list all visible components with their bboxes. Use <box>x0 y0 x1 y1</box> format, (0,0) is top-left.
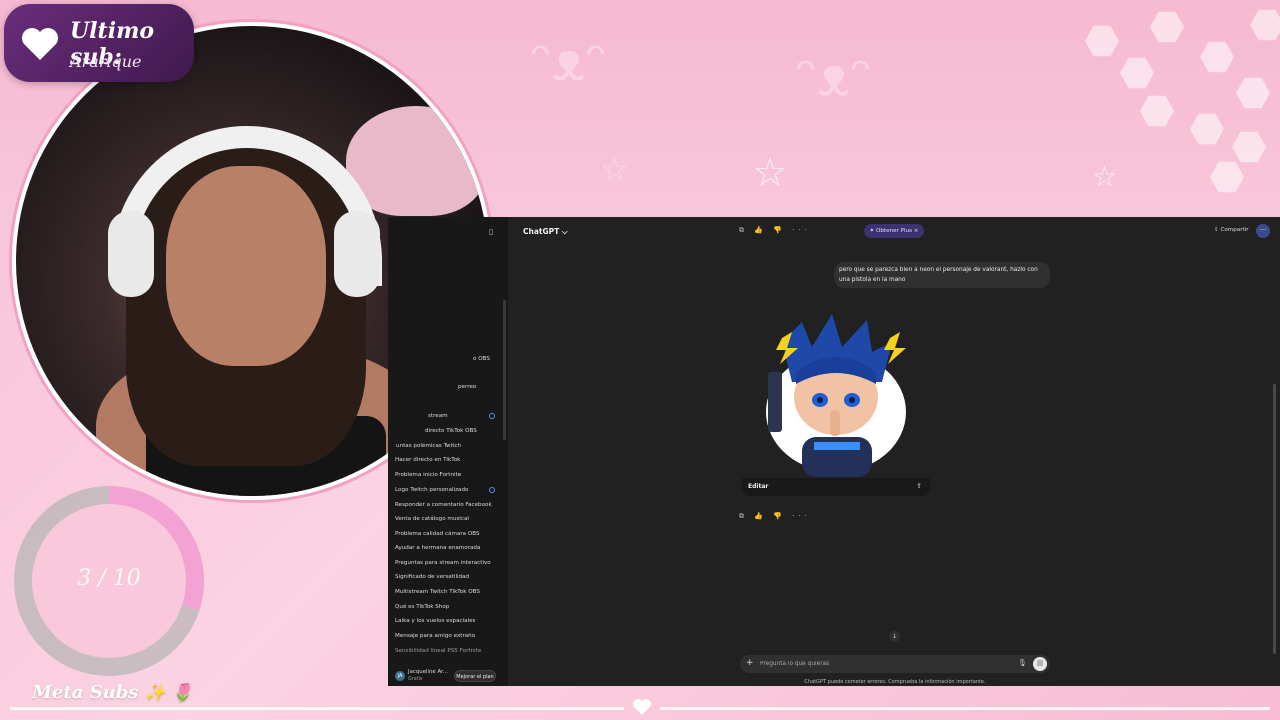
prompt-input[interactable] <box>760 658 980 670</box>
sidebar-chat-item[interactable]: Multistream Twitch TikTok OBS <box>395 589 480 595</box>
star-icon: ☆ <box>600 150 629 188</box>
sidebar-chat-item[interactable]: o OBS <box>473 356 490 362</box>
image-edit-bar <box>742 478 930 496</box>
sub-goal-progress-text: 3 / 10 <box>77 566 141 591</box>
generated-image[interactable] <box>742 302 930 496</box>
get-plus-button[interactable]: ✦ Obtener Plus × <box>864 224 924 238</box>
sparkle-tulip-icons: ✨ 🌷 <box>144 683 193 703</box>
user-message: pero que se parezca bien a neon el perso… <box>834 262 1050 288</box>
star-icon: ☆ <box>752 150 788 196</box>
sidebar-toggle-icon[interactable]: ▯ <box>489 227 493 236</box>
sidebar-chat-item[interactable]: Laika y los vuelos espaciales <box>395 618 475 624</box>
sub-goal-ring: 3 / 10 <box>14 486 204 676</box>
edit-image-button[interactable]: Editar <box>748 483 768 490</box>
sidebar-chat-item[interactable]: Problema calidad cámara OBS <box>395 531 480 537</box>
bunny-icon: ᵔᴥᵔ <box>530 30 608 93</box>
scroll-down-button[interactable]: ↓ <box>889 631 900 642</box>
share-button[interactable]: ⇪ Compartir <box>1214 227 1249 233</box>
sidebar-chat-item[interactable]: Responder a comentario Facebook <box>395 502 492 508</box>
sidebar-chat-item[interactable]: Logo Twitch personalizado <box>395 487 468 493</box>
plus-icon[interactable]: + <box>746 658 754 668</box>
sidebar-chat-item[interactable]: Problema inicio Fortnite <box>395 472 461 478</box>
main-scrollbar[interactable] <box>1273 384 1276 654</box>
user-plan: Gratis <box>408 677 423 682</box>
goal-progress-line-right <box>660 707 1270 710</box>
sidebar-chat-item[interactable]: Ayudar a hermana enamorada <box>395 545 480 551</box>
disclaimer-text: ChatGPT puede cometer errores. Comprueba… <box>804 679 986 685</box>
last-sub-badge: Ultimo sub: Ararique <box>4 4 194 82</box>
chat-status-icon <box>489 487 495 493</box>
heart-icon <box>633 699 651 715</box>
sidebar-chat-item[interactable]: Venta de catálogo musical <box>395 516 469 522</box>
upgrade-plan-button[interactable]: Mejorar el plan <box>454 670 496 682</box>
voice-mode-button[interactable]: ||| <box>1033 657 1047 671</box>
headphone-ear-left <box>108 211 154 297</box>
message-actions[interactable]: ⧉ 👍 👎 ··· <box>739 512 811 521</box>
sidebar-chat-item[interactable]: Mensaje para amigo extraño <box>395 633 475 639</box>
more-options-button[interactable]: ··· <box>1256 224 1270 238</box>
chatgpt-sidebar: o OBS perreo stream directo TikTok OBS untas… <box>388 217 508 686</box>
bunny-icon: ᵔᴥᵔ <box>795 45 873 108</box>
sidebar-chat-item[interactable]: untas polémicas Twitch <box>396 443 461 449</box>
sub-goal-label-text: Meta Subs <box>32 682 139 703</box>
sidebar-chat-item[interactable]: Hacer directo en TikTok <box>395 457 460 463</box>
sidebar-chat-item[interactable]: stream <box>428 413 448 419</box>
chibi-character-image <box>766 314 906 477</box>
sidebar-chat-item[interactable]: Preguntas para stream interactivo <box>395 560 491 566</box>
sidebar-scrollbar[interactable] <box>503 300 506 440</box>
user-name[interactable]: Jacqueline Ar... <box>408 669 448 675</box>
download-icon[interactable]: ⇪ <box>916 482 922 490</box>
chat-status-icon <box>489 413 495 419</box>
sidebar-chat-item[interactable]: Significado de versatilidad <box>395 574 469 580</box>
microphone-icon[interactable]: 🎙 <box>1018 659 1027 667</box>
model-selector[interactable]: ChatGPT ⌵ <box>523 227 568 237</box>
message-actions-top[interactable]: ⧉ 👍 👎 ··· <box>739 226 811 235</box>
goal-progress-line-left <box>10 707 624 710</box>
heart-icon <box>22 28 58 60</box>
avatar[interactable]: JA <box>395 671 405 681</box>
sidebar-chat-item[interactable]: Sensibilidad lineal PS5 Fortnite <box>395 648 481 654</box>
sub-goal-label: Meta Subs ✨ 🌷 <box>32 682 193 703</box>
sidebar-chat-item[interactable]: directo TikTok OBS <box>425 428 477 434</box>
sidebar-chat-item[interactable]: Qué es TikTok Shop <box>395 604 449 610</box>
headphone-ear-right <box>334 211 380 297</box>
star-icon: ☆ <box>1092 160 1118 193</box>
sidebar-chat-item[interactable]: perreo <box>458 384 476 390</box>
last-sub-name: Ararique <box>70 52 142 71</box>
